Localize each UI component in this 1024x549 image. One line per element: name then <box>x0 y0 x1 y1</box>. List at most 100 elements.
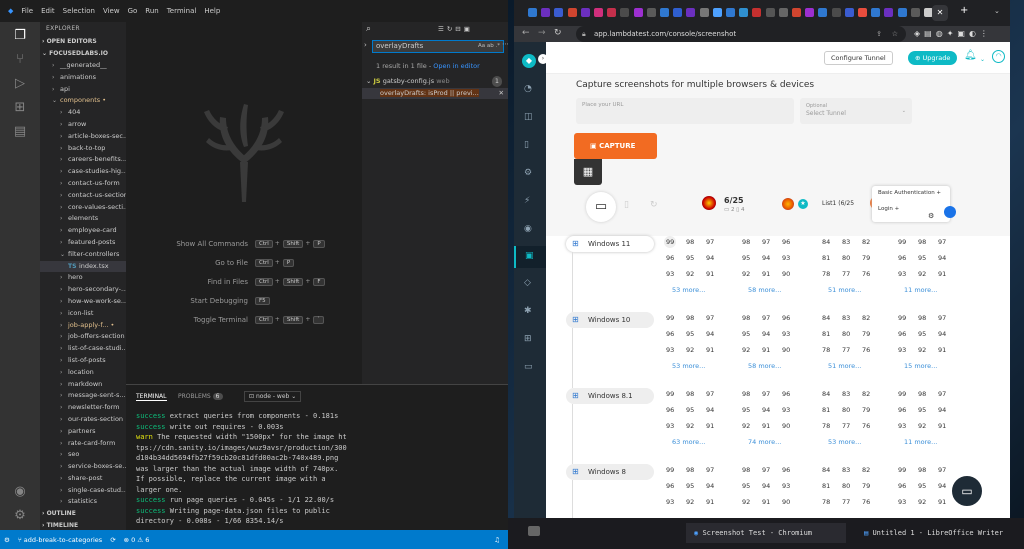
browser-version[interactable]: 83 <box>842 238 850 246</box>
browser-version[interactable]: 91 <box>706 498 714 506</box>
browser-version[interactable]: 98 <box>918 314 926 322</box>
dismiss-result-icon[interactable]: ✕ <box>499 88 504 99</box>
tab-favicon-icon[interactable] <box>607 8 617 17</box>
folder-item[interactable]: › partners <box>40 426 126 438</box>
browser-version[interactable]: 95 <box>686 406 694 414</box>
browser-version[interactable]: 84 <box>822 466 830 474</box>
tunnel-icon[interactable]: ⊞ <box>524 334 532 344</box>
browser-version[interactable]: 98 <box>918 466 926 474</box>
browser-version[interactable]: 81 <box>822 482 830 490</box>
folder-item[interactable]: › single-case-stud... <box>40 485 126 497</box>
browser-version[interactable]: 97 <box>706 314 714 322</box>
browser-version[interactable]: 92 <box>742 498 750 506</box>
browser-version[interactable]: 90 <box>782 422 790 430</box>
folder-item[interactable]: › hero <box>40 272 126 284</box>
extensions-icon[interactable]: ⊞ <box>12 100 28 116</box>
menu-item[interactable]: Go <box>128 7 138 15</box>
file-item[interactable]: TS index.tsx <box>40 260 126 273</box>
browser-version[interactable]: 99 <box>898 238 906 246</box>
list-selector[interactable]: List1 (6/25 <box>822 200 854 207</box>
tab-favicon-icon[interactable] <box>871 8 881 17</box>
browser-version[interactable]: 90 <box>782 270 790 278</box>
browser-version[interactable]: 83 <box>842 390 850 398</box>
browser-version[interactable]: 84 <box>822 390 830 398</box>
menu-item[interactable]: View <box>103 7 120 15</box>
tab-favicon-icon[interactable] <box>884 8 894 17</box>
browser-version[interactable]: 91 <box>762 270 770 278</box>
folder-item[interactable]: › arrow <box>40 119 126 131</box>
browser-version[interactable]: 97 <box>938 390 946 398</box>
more-versions-link[interactable]: 11 more... <box>904 438 937 446</box>
browser-version[interactable]: 97 <box>762 390 770 398</box>
folder-item[interactable]: › our-rates-section <box>40 414 126 426</box>
browser-version[interactable]: 94 <box>938 330 946 338</box>
browser-version[interactable]: 95 <box>742 406 750 414</box>
browser-version[interactable]: 95 <box>686 482 694 490</box>
timeline-section[interactable]: › TIMELINE <box>40 520 78 530</box>
browser-version[interactable]: 96 <box>666 330 674 338</box>
browser-version[interactable]: 77 <box>842 498 850 506</box>
taskbar-writer[interactable]: ▤ Untitled 1 - LibreOffice Writer <box>860 523 1020 543</box>
browser-version[interactable]: 98 <box>742 238 750 246</box>
browser-version[interactable]: 91 <box>938 270 946 278</box>
tab-favicon-icon[interactable] <box>594 8 603 17</box>
browser-version[interactable]: 97 <box>706 466 714 474</box>
tab-favicon-icon[interactable] <box>831 8 841 17</box>
browser-version[interactable]: 95 <box>918 254 926 262</box>
browser-version[interactable]: 91 <box>938 422 946 430</box>
tab-favicon-icon[interactable] <box>805 8 815 17</box>
browser-version[interactable]: 91 <box>706 422 714 430</box>
open-editors-section[interactable]: › OPEN EDITORS <box>40 36 126 48</box>
browser-version[interactable]: 94 <box>762 406 770 414</box>
chat-widget-icon[interactable]: ▭ <box>950 474 984 508</box>
browser-version[interactable]: 76 <box>862 422 870 430</box>
folder-item[interactable]: ⌄ filter-controllers <box>40 249 126 261</box>
tab-favicon-icon[interactable] <box>844 8 854 17</box>
folder-item[interactable]: › job-apply-f... • <box>40 320 126 332</box>
browser-version[interactable]: 96 <box>782 238 790 246</box>
forward-icon[interactable]: → <box>538 28 546 38</box>
browser-version[interactable]: 91 <box>762 346 770 354</box>
tab-search-chevron-icon[interactable]: ⌄ <box>994 7 1000 15</box>
folder-item[interactable]: › location <box>40 367 126 379</box>
browser-version[interactable]: 92 <box>742 346 750 354</box>
source-control-icon[interactable]: ⑂ <box>12 52 28 68</box>
folder-item[interactable]: › markdown <box>40 379 126 391</box>
browser-version[interactable]: 78 <box>822 422 830 430</box>
upgrade-button[interactable]: ⊕ Upgrade <box>908 51 958 65</box>
url-input[interactable]: Place your URL <box>576 98 794 124</box>
browser-version[interactable]: 97 <box>938 238 946 246</box>
more-versions-link[interactable]: 11 more... <box>904 286 937 294</box>
folder-item[interactable]: › rate-card-form <box>40 438 126 450</box>
browser-version[interactable]: 96 <box>898 330 906 338</box>
tablet-device-icon[interactable]: ▯ <box>624 200 629 210</box>
open-in-editor-link[interactable]: Open in editor <box>433 62 480 70</box>
browser-version[interactable]: 82 <box>862 238 870 246</box>
search-actions[interactable]: ☰↻⊟▣ <box>438 25 473 33</box>
more-versions-link[interactable]: 63 more... <box>672 438 705 446</box>
folder-item[interactable]: › how-we-work-se... <box>40 296 126 308</box>
reload-icon[interactable]: ↻ <box>554 28 562 38</box>
browser-version[interactable]: 80 <box>842 482 850 490</box>
terminal-output[interactable]: success extract queries from components … <box>136 411 347 527</box>
browser-version[interactable]: 94 <box>762 330 770 338</box>
browser-version[interactable]: 98 <box>742 314 750 322</box>
menu-item[interactable]: File <box>21 7 33 15</box>
browser-version[interactable]: 94 <box>938 482 946 490</box>
browser-version[interactable]: 95 <box>686 254 694 262</box>
browser-version[interactable]: 83 <box>842 466 850 474</box>
browser-version[interactable]: 79 <box>862 482 870 490</box>
folder-item[interactable]: › api <box>40 84 126 96</box>
extension-icons[interactable]: ◈▤◍✦▣◐⋮ <box>914 29 992 38</box>
more-versions-link[interactable]: 51 more... <box>828 362 861 370</box>
back-icon[interactable]: ← <box>522 28 530 38</box>
visual-icon[interactable]: ◉ <box>524 224 532 234</box>
browser-version[interactable]: 78 <box>822 498 830 506</box>
url-bar[interactable]: 🔒︎ app.lambdatest.com/console/screenshot ⇪… <box>576 26 906 42</box>
browser-version[interactable]: 95 <box>918 330 926 338</box>
menu-item[interactable]: Terminal <box>167 7 197 15</box>
browser-version[interactable]: 83 <box>842 314 850 322</box>
browser-version[interactable]: 91 <box>938 498 946 506</box>
folder-item[interactable]: ⌄ components • <box>40 95 126 107</box>
outline-section[interactable]: › OUTLINE <box>40 508 76 520</box>
